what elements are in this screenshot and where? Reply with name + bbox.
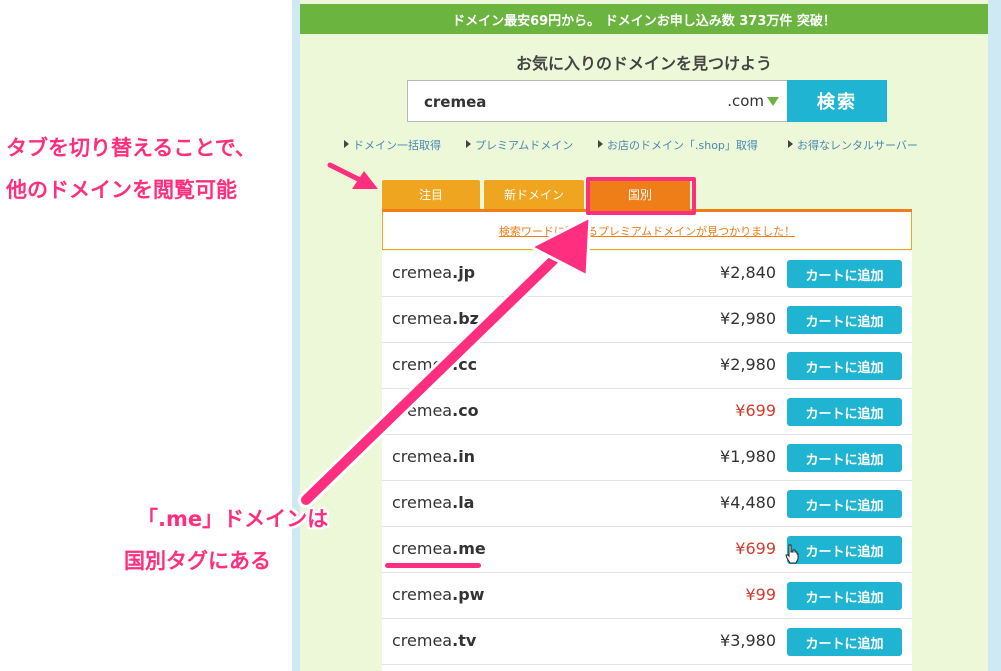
domain-price: ¥2,980: [720, 309, 776, 328]
triangle-right-icon: [466, 140, 471, 148]
domain-price: ¥1,980: [720, 447, 776, 466]
domain-row: cremea.la ¥4,480 カートに追加: [382, 481, 912, 527]
annotation-tabs-line2: 他のドメインを閲覧可能: [6, 178, 237, 202]
triangle-right-icon: [788, 140, 793, 148]
annotation-me-line1: 「.me」ドメインは: [137, 507, 329, 531]
link-label: お店のドメイン「.shop」取得: [607, 139, 758, 152]
domain-price: ¥699: [735, 401, 776, 420]
domain-tld: .bz: [452, 309, 479, 328]
tab-new-domains[interactable]: 新ドメイン: [484, 180, 584, 209]
premium-notice-link[interactable]: 検索ワードに関するプレミアムドメインが見つかりました！: [499, 223, 795, 239]
chevron-down-icon: [767, 96, 779, 106]
domain-name: cremea.jp: [392, 263, 475, 282]
promo-banner-text: ドメイン最安69円から。 ドメインお申し込み数 373万件 突破！: [452, 13, 836, 29]
domain-row-partial: [382, 665, 912, 671]
domain-search-box[interactable]: cremea .com: [407, 80, 787, 122]
domain-name: cremea.la: [392, 493, 474, 512]
domain-tld: .tv: [452, 631, 477, 650]
add-to-cart-button[interactable]: カートに追加: [787, 398, 902, 426]
add-to-cart-button[interactable]: カートに追加: [787, 490, 902, 518]
domain-base: cremea: [392, 585, 453, 604]
add-to-cart-button[interactable]: カートに追加: [787, 352, 902, 380]
domain-tld: .co: [452, 401, 479, 420]
domain-name: cremea.me: [392, 539, 486, 558]
add-to-cart-button[interactable]: カートに追加: [787, 628, 902, 656]
link-premium-domain[interactable]: プレミアムドメイン: [466, 137, 573, 153]
domain-row: cremea.bz ¥2,980 カートに追加: [382, 297, 912, 343]
tab-highlight-box: [586, 177, 696, 215]
domain-tld: .in: [452, 447, 476, 466]
add-to-cart-button[interactable]: カートに追加: [787, 582, 902, 610]
domain-name: cremea.in: [392, 447, 475, 466]
screenshot-stage: ドメイン最安69円から。 ドメインお申し込み数 373万件 突破！ お気に入りの…: [0, 0, 1001, 671]
domain-name: cremea.co: [392, 401, 479, 420]
domain-base: cremea: [392, 309, 453, 328]
domain-row: cremea.jp ¥2,840 カートに追加: [382, 251, 912, 297]
link-label: プレミアムドメイン: [475, 139, 574, 152]
link-label: ドメイン一括取得: [353, 139, 441, 152]
domain-tld: .me: [452, 539, 486, 558]
domain-tld: .jp: [452, 263, 476, 282]
premium-notice[interactable]: 検索ワードに関するプレミアムドメインが見つかりました！: [382, 212, 912, 250]
add-to-cart-button[interactable]: カートに追加: [787, 444, 902, 472]
domain-price: ¥3,980: [720, 631, 776, 650]
search-headline: お気に入りのドメインを見つけよう: [515, 54, 772, 73]
me-highlight-underline: [385, 563, 481, 568]
domain-name: cremea.cc: [392, 355, 477, 374]
annotation-tabs-line1: タブを切り替えることで、: [6, 136, 256, 160]
domain-price: ¥2,980: [720, 355, 776, 374]
add-to-cart-button[interactable]: カートに追加: [787, 536, 902, 564]
promo-banner: ドメイン最安69円から。 ドメインお申し込み数 373万件 突破！: [300, 4, 988, 34]
domain-row: cremea.in ¥1,980 カートに追加: [382, 435, 912, 481]
tab-featured[interactable]: 注目: [382, 180, 480, 209]
search-input[interactable]: cremea: [424, 93, 486, 111]
domain-price: ¥99: [745, 585, 776, 604]
domain-name: cremea.pw: [392, 585, 484, 604]
domain-row: cremea.tv ¥3,980 カートに追加: [382, 619, 912, 665]
domain-results-list: cremea.jp ¥2,840 カートに追加 cremea.bz ¥2,980…: [382, 251, 912, 671]
domain-name: cremea.bz: [392, 309, 479, 328]
link-shop-domain[interactable]: お店のドメイン「.shop」取得: [598, 137, 758, 153]
domain-base: cremea: [392, 539, 453, 558]
domain-name: cremea.tv: [392, 631, 476, 650]
domain-base: cremea: [392, 631, 453, 650]
annotation-me-line2: 国別タグにある: [124, 549, 271, 573]
domain-tld: .cc: [452, 355, 478, 374]
domain-tld: .la: [452, 493, 475, 512]
domain-price: ¥2,840: [720, 263, 776, 282]
hand-pointer-icon: [785, 544, 799, 564]
domain-row: cremea.cc ¥2,980 カートに追加: [382, 343, 912, 389]
add-to-cart-button[interactable]: カートに追加: [787, 260, 902, 288]
link-rental-server[interactable]: お得なレンタルサーバー: [788, 137, 918, 153]
link-label: お得なレンタルサーバー: [797, 139, 918, 152]
link-bulk-domain[interactable]: ドメイン一括取得: [344, 137, 441, 153]
triangle-right-icon: [598, 140, 603, 148]
tld-select[interactable]: .com: [727, 92, 779, 110]
add-to-cart-button[interactable]: カートに追加: [787, 306, 902, 334]
domain-row: cremea.co ¥699 カートに追加: [382, 389, 912, 435]
tld-select-value: .com: [727, 92, 764, 110]
domain-price: ¥4,480: [720, 493, 776, 512]
domain-price: ¥699: [735, 539, 776, 558]
domain-base: cremea: [392, 355, 453, 374]
domain-base: cremea: [392, 401, 453, 420]
search-button[interactable]: 検索: [787, 80, 887, 122]
triangle-right-icon: [344, 140, 349, 148]
domain-tld: .pw: [452, 585, 485, 604]
domain-row: cremea.pw ¥99 カートに追加: [382, 573, 912, 619]
domain-base: cremea: [392, 263, 453, 282]
domain-base: cremea: [392, 493, 453, 512]
domain-base: cremea: [392, 447, 453, 466]
